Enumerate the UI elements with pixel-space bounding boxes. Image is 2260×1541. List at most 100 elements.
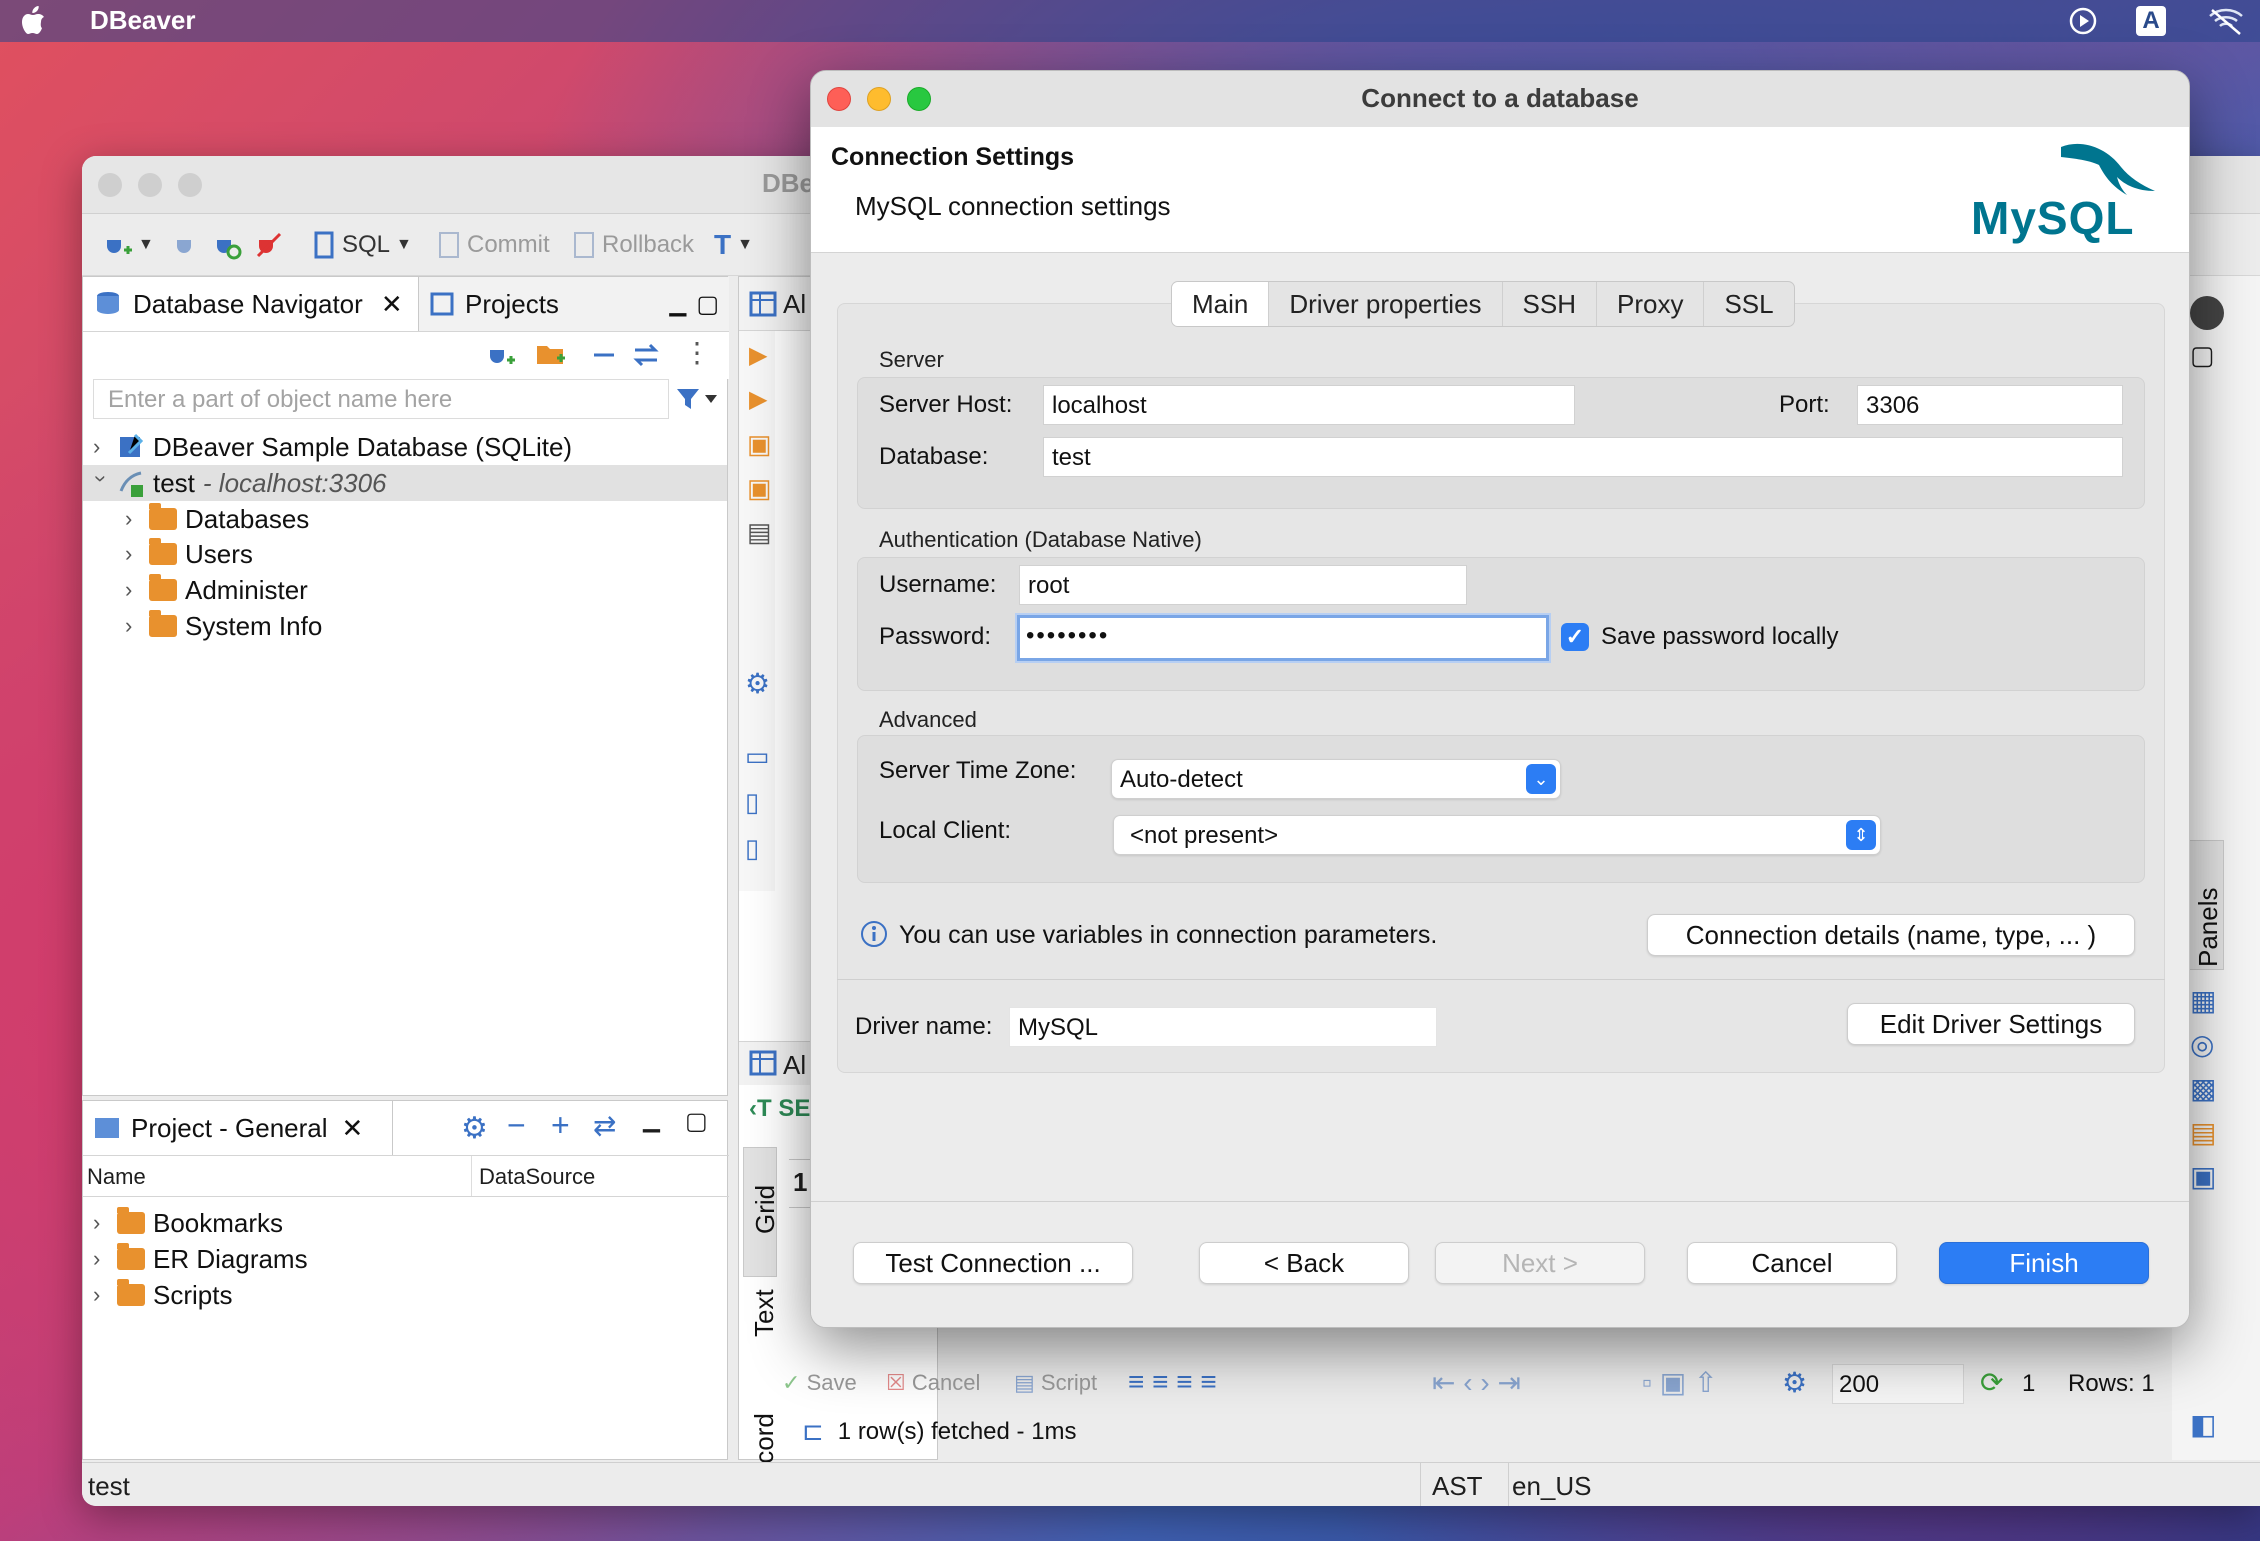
input-source-icon[interactable]: A <box>2136 6 2166 36</box>
local-client-select[interactable]: <not present> ⇕ <box>1113 815 1881 855</box>
navigation-arrows-icon[interactable]: ⇤ ‹ › ⇥ <box>1432 1366 1521 1399</box>
tree-item-test-connection[interactable]: › test - localhost:3306 <box>83 465 727 501</box>
maximize-panel-icon[interactable]: ▢ <box>2190 340 2215 371</box>
database-input[interactable]: test <box>1043 437 2123 477</box>
save-button[interactable]: ✓ Save <box>782 1370 857 1396</box>
link-editor-icon[interactable] <box>631 340 661 370</box>
script-button[interactable]: ▤ Script <box>1014 1370 1097 1396</box>
chevron-down-icon[interactable]: › <box>88 475 114 491</box>
results-tab-label[interactable]: Al <box>783 1050 806 1081</box>
new-folder-icon[interactable] <box>535 340 567 368</box>
panel-icon-4[interactable]: ▤ <box>2190 1116 2216 1149</box>
next-button[interactable]: Next > <box>1435 1242 1645 1284</box>
refresh-icon[interactable]: ⟳ <box>1980 1366 2003 1399</box>
navigator-filter-input[interactable]: Enter a part of object name here <box>93 379 669 419</box>
tree-item-sample-database[interactable]: › DBeaver Sample Database (SQLite) <box>93 429 572 465</box>
chevron-right-icon[interactable]: › <box>93 1210 109 1236</box>
wifi-off-icon[interactable] <box>2206 6 2246 36</box>
column-header-name[interactable]: Name <box>87 1164 146 1190</box>
transaction-mode-button[interactable]: T ▼ <box>714 228 753 262</box>
connection-details-button[interactable]: Connection details (name, type, ... ) <box>1647 914 2135 956</box>
column-header-datasource[interactable]: DataSource <box>479 1164 595 1190</box>
results-settings-gear-icon[interactable]: ⚙ <box>1782 1366 1807 1399</box>
editor-tab-label[interactable]: Al <box>783 289 806 320</box>
apple-icon[interactable] <box>20 6 46 36</box>
execute-script-icon[interactable]: ▣ <box>747 429 772 460</box>
chevron-right-icon[interactable]: › <box>93 434 109 460</box>
tree-item-administer[interactable]: › Administer <box>125 572 308 608</box>
finish-button[interactable]: Finish <box>1939 1242 2149 1284</box>
panel-icon-3[interactable]: ▩ <box>2190 1072 2216 1105</box>
export-icon[interactable]: ▭ <box>745 741 770 772</box>
tree-item-scripts[interactable]: › Scripts <box>93 1277 232 1313</box>
chevron-right-icon[interactable]: › <box>93 1282 109 1308</box>
restore-icon[interactable]: ◧ <box>2190 1408 2216 1441</box>
tree-item-databases[interactable]: › Databases <box>125 501 309 537</box>
chevron-right-icon[interactable]: › <box>125 506 141 532</box>
fetch-size-input[interactable]: 200 <box>1832 1364 1964 1404</box>
timezone-select[interactable]: Auto-detect ⌄ <box>1111 759 1561 799</box>
username-input[interactable]: root <box>1019 565 1467 605</box>
vtab-panels[interactable]: Panels <box>2186 840 2224 970</box>
execute-new-tab-icon[interactable]: ▶ <box>749 385 767 414</box>
panel-icon-2[interactable]: ◎ <box>2190 1028 2214 1061</box>
tree-item-system-info[interactable]: › System Info <box>125 608 322 644</box>
collapse-icon[interactable]: − <box>507 1107 526 1144</box>
port-input[interactable]: 3306 <box>1857 385 2123 425</box>
tab-database-navigator[interactable]: Database Navigator ✕ <box>83 277 419 331</box>
settings-gear-icon[interactable]: ⚙ <box>745 667 770 700</box>
link-icon[interactable]: ⇄ <box>593 1109 616 1142</box>
sql-editor-button[interactable]: SQL ▼ <box>312 228 412 262</box>
row-number[interactable]: 1 <box>793 1167 807 1198</box>
connect-button[interactable] <box>172 228 198 262</box>
app-name[interactable]: DBeaver <box>90 5 196 36</box>
execute-statement-icon[interactable]: ▶ <box>749 341 767 370</box>
driver-name-input[interactable]: MySQL <box>1009 1007 1437 1047</box>
test-connection-button[interactable]: Test Connection ... <box>853 1242 1133 1284</box>
tab-proxy[interactable]: Proxy <box>1597 282 1705 326</box>
minimize-panel-icon[interactable]: ▁ <box>669 291 686 317</box>
row-edit-icons[interactable]: ≡ ≡ ≡ ≡ <box>1128 1366 1217 1398</box>
vtab-text[interactable]: Text <box>749 1289 780 1337</box>
tab-driver-properties[interactable]: Driver properties <box>1269 282 1503 326</box>
play-circle-icon[interactable] <box>2068 6 2098 36</box>
panel-icon-5[interactable]: ▣ <box>2190 1160 2216 1193</box>
tab-projects[interactable]: Projects ▁ ▢ <box>419 277 729 331</box>
disconnect-button[interactable] <box>254 228 284 262</box>
chevron-right-icon[interactable]: › <box>125 613 141 639</box>
panel-icon-1[interactable]: ▦ <box>2190 984 2216 1017</box>
minimize-panel-icon[interactable]: ▁ <box>643 1107 660 1133</box>
maximize-panel-icon[interactable]: ▢ <box>696 290 719 319</box>
zoom-window-button[interactable] <box>178 173 202 197</box>
collapse-all-icon[interactable] <box>591 342 617 368</box>
maximize-panel-icon[interactable]: ▢ <box>685 1107 708 1136</box>
save-password-checkbox[interactable]: ✓ <box>1561 623 1589 651</box>
gear-icon[interactable]: ⚙ <box>461 1111 488 1146</box>
cancel-edits-button[interactable]: ☒ Cancel <box>886 1370 980 1396</box>
tab-ssl[interactable]: SSL <box>1704 282 1793 326</box>
close-window-button[interactable] <box>98 173 122 197</box>
reconnect-button[interactable] <box>212 228 242 262</box>
more-options-icon[interactable]: ⋮ <box>683 336 711 369</box>
back-button[interactable]: < Back <box>1199 1242 1409 1284</box>
chevron-right-icon[interactable]: › <box>93 1246 109 1272</box>
vtab-grid[interactable]: Grid <box>743 1147 780 1277</box>
tree-item-er-diagrams[interactable]: › ER Diagrams <box>93 1241 308 1277</box>
tree-item-users[interactable]: › Users <box>125 536 253 572</box>
new-connection-icon[interactable] <box>485 340 515 370</box>
filter-icon[interactable] <box>675 385 721 415</box>
save-password-label[interactable]: Save password locally <box>1601 623 1838 651</box>
layout-icons[interactable]: ▫ ▣ ⇧ <box>1642 1366 1717 1399</box>
query-filter[interactable]: ‹T SE <box>749 1095 810 1123</box>
close-tab-icon[interactable]: ✕ <box>381 289 403 320</box>
rollback-button[interactable]: Rollback <box>572 228 694 262</box>
execute-script-new-tab-icon[interactable]: ▣ <box>747 473 772 504</box>
explain-plan-icon[interactable]: ▤ <box>747 517 772 548</box>
close-tab-icon[interactable]: ✕ <box>342 1113 364 1144</box>
server-host-input[interactable]: localhost <box>1043 385 1575 425</box>
tab-project-general[interactable]: Project - General ✕ <box>83 1101 393 1155</box>
edit-driver-settings-button[interactable]: Edit Driver Settings <box>1847 1003 2135 1045</box>
avatar[interactable] <box>2190 296 2224 330</box>
problems-icon[interactable]: ▯ <box>745 787 759 818</box>
tab-ssh[interactable]: SSH <box>1503 282 1597 326</box>
